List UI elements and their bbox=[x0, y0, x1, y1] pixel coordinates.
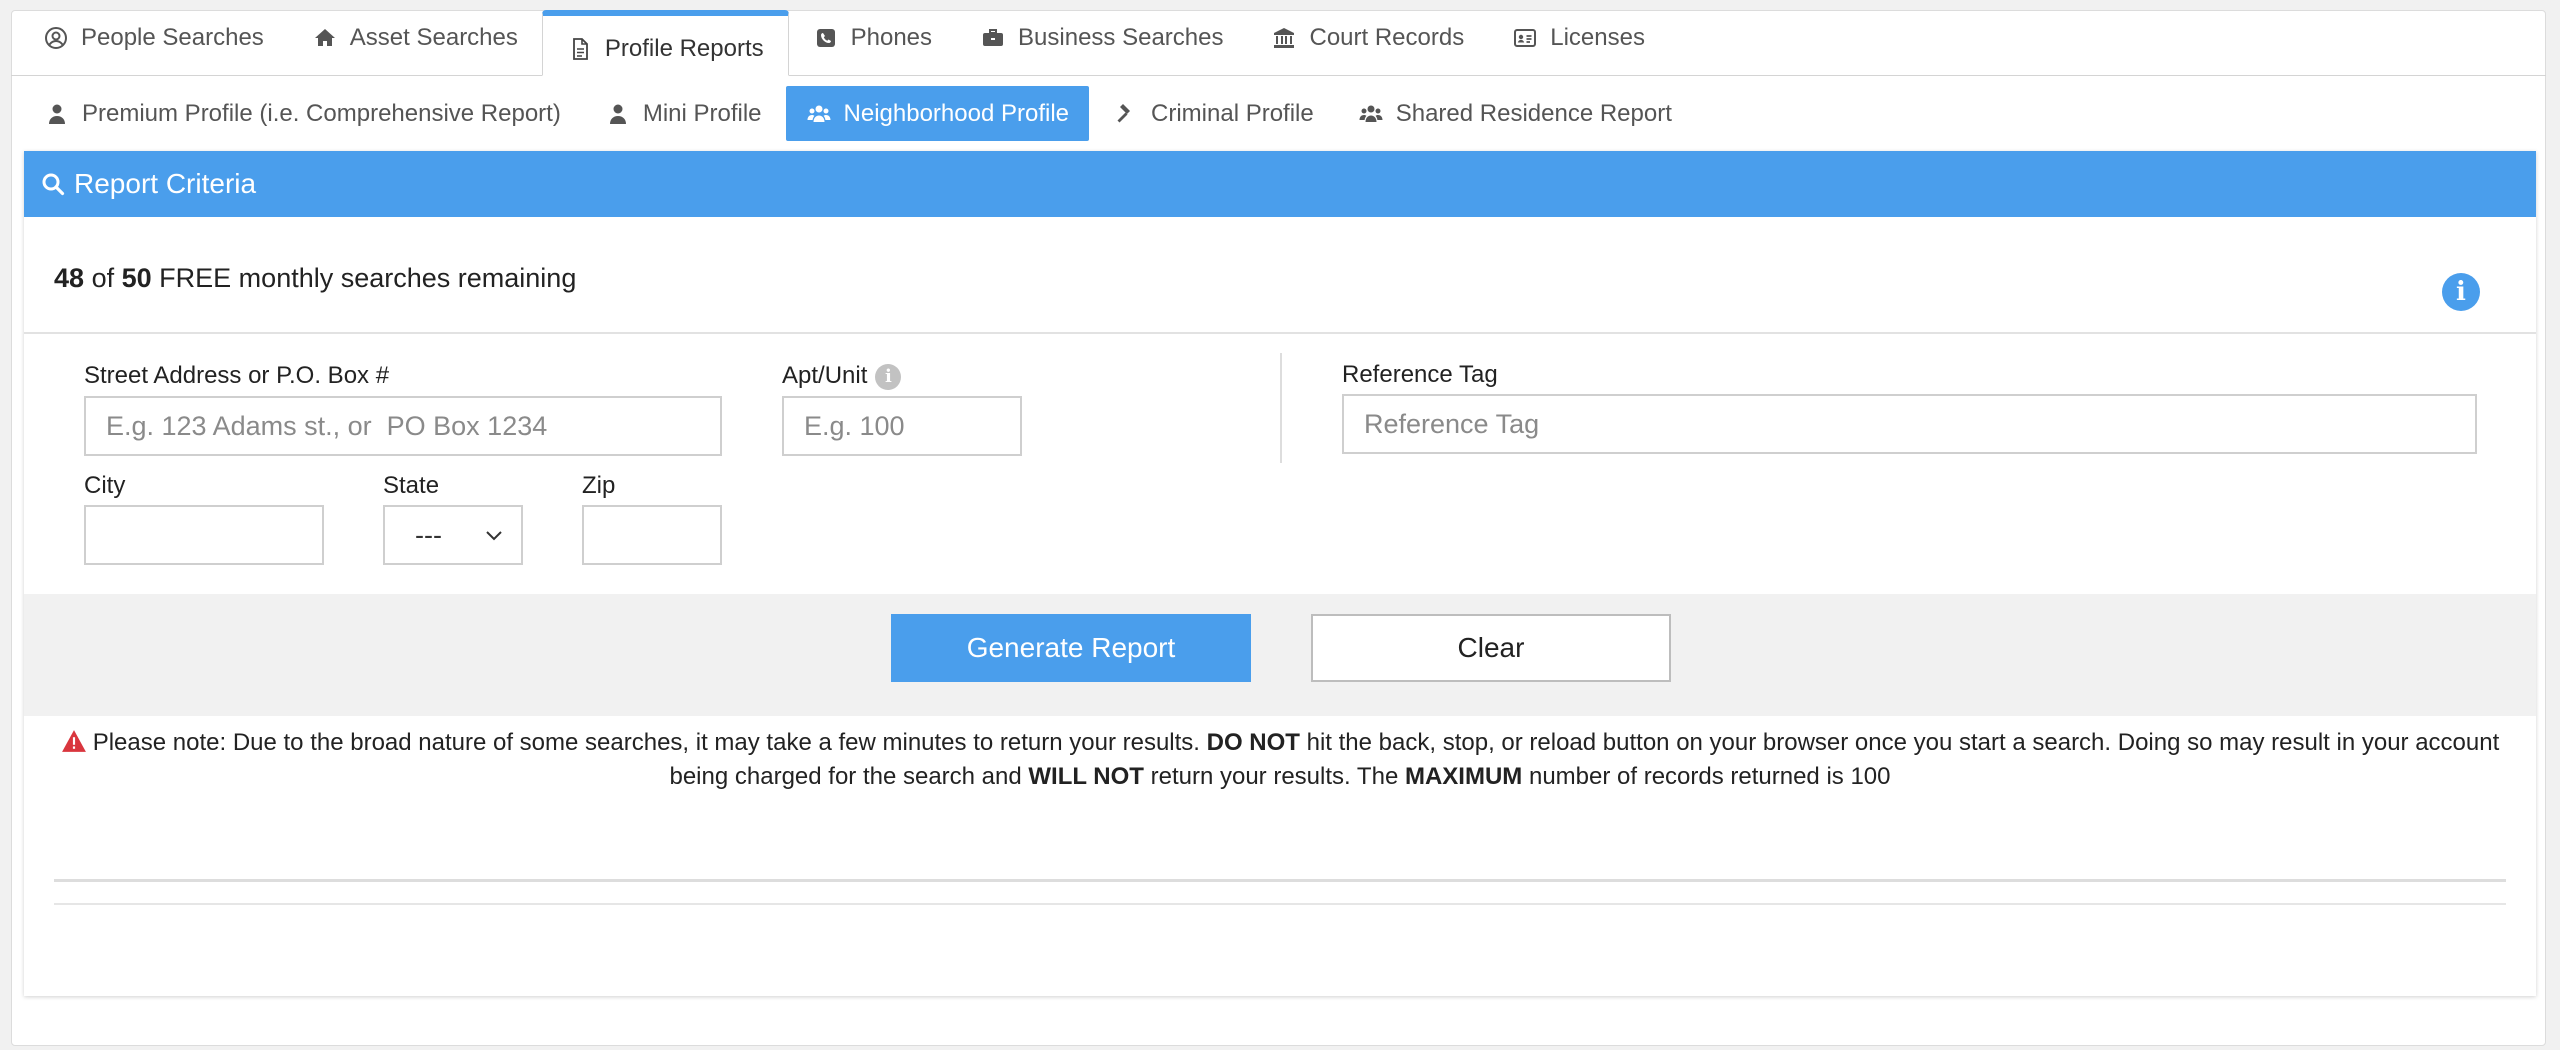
courthouse-icon bbox=[1271, 25, 1297, 51]
tab-business-searches[interactable]: Business Searches bbox=[956, 9, 1247, 67]
chevron-down-icon bbox=[481, 522, 507, 548]
home-icon bbox=[312, 25, 338, 51]
quota-total: 50 bbox=[121, 263, 152, 293]
tab-label: Business Searches bbox=[1018, 24, 1224, 51]
tab-court-records[interactable]: Court Records bbox=[1247, 9, 1488, 67]
tab-people-searches[interactable]: People Searches bbox=[19, 9, 288, 67]
tab-profile-reports[interactable]: Profile Reports bbox=[541, 10, 789, 76]
city-input[interactable] bbox=[84, 505, 324, 565]
panel-header: Report Criteria bbox=[24, 151, 2536, 217]
subtab-mini-profile[interactable]: Mini Profile bbox=[585, 86, 782, 141]
actions-bar: Generate Report Clear bbox=[24, 594, 2536, 716]
tab-licenses[interactable]: Licenses bbox=[1488, 9, 1669, 67]
briefcase-icon bbox=[980, 25, 1006, 51]
city-label: City bbox=[84, 472, 126, 499]
tab-label: Phones bbox=[850, 24, 933, 51]
state-label: State bbox=[383, 472, 440, 499]
street-label: Street Address or P.O. Box # bbox=[84, 362, 390, 389]
clear-button[interactable]: Clear bbox=[1311, 614, 1671, 682]
tab-phones[interactable]: Phones bbox=[789, 9, 956, 67]
quota-of: of bbox=[91, 263, 115, 293]
sub-tab-bar: Premium Profile (i.e. Comprehensive Repo… bbox=[24, 86, 1696, 141]
subtab-label: Mini Profile bbox=[642, 99, 762, 127]
search-notice: Please note: Due to the broad nature of … bbox=[54, 726, 2506, 794]
warning-icon bbox=[61, 730, 86, 752]
apt-label: Apt/Unit i bbox=[782, 362, 902, 390]
generate-report-button[interactable]: Generate Report bbox=[891, 614, 1251, 682]
user-icon bbox=[605, 101, 631, 127]
apt-unit-input[interactable] bbox=[782, 396, 1022, 456]
state-value: --- bbox=[415, 519, 442, 550]
top-tab-bar: People Searches Asset Searches Profile R… bbox=[11, 10, 2546, 76]
panel-title: Report Criteria bbox=[74, 168, 257, 199]
search-icon bbox=[40, 171, 66, 197]
id-card-icon bbox=[1512, 25, 1538, 51]
reference-tag-input[interactable] bbox=[1342, 394, 2477, 454]
state-select[interactable]: --- bbox=[383, 505, 523, 565]
subtab-premium-profile[interactable]: Premium Profile (i.e. Comprehensive Repo… bbox=[24, 86, 581, 141]
tab-label: Licenses bbox=[1550, 24, 1645, 51]
help-info-icon[interactable]: i bbox=[875, 363, 902, 390]
gavel-icon bbox=[1113, 101, 1139, 127]
quota-used: 48 bbox=[54, 263, 85, 293]
subtab-label: Premium Profile (i.e. Comprehensive Repo… bbox=[82, 99, 561, 127]
tab-label: Profile Reports bbox=[604, 34, 764, 62]
divider bbox=[24, 332, 2536, 334]
note-bold2: WILL NOT bbox=[1028, 763, 1144, 790]
reference-label: Reference Tag bbox=[1342, 361, 1498, 388]
document-icon bbox=[567, 36, 593, 62]
tab-label: Court Records bbox=[1309, 24, 1465, 51]
subtab-criminal-profile[interactable]: Criminal Profile bbox=[1093, 86, 1334, 141]
quota-text: FREE monthly searches remaining bbox=[159, 263, 577, 293]
note-bold3: MAXIMUM bbox=[1404, 763, 1523, 790]
users-icon bbox=[806, 101, 832, 127]
tab-label: People Searches bbox=[81, 24, 264, 51]
tab-asset-searches[interactable]: Asset Searches bbox=[288, 9, 542, 67]
info-icon[interactable]: i bbox=[2442, 273, 2480, 311]
user-circle-icon bbox=[43, 25, 69, 51]
phone-icon bbox=[813, 25, 839, 51]
search-quota: 48 of 50 FREE monthly searches remaining bbox=[54, 263, 576, 294]
results-divider bbox=[54, 903, 2506, 905]
subtab-label: Criminal Profile bbox=[1151, 99, 1314, 127]
subtab-label: Shared Residence Report bbox=[1395, 99, 1672, 127]
subtab-label: Neighborhood Profile bbox=[843, 99, 1070, 127]
zip-label: Zip bbox=[582, 472, 616, 499]
note-part3: return your results. The bbox=[1150, 763, 1399, 790]
subtab-shared-residence-report[interactable]: Shared Residence Report bbox=[1338, 86, 1692, 141]
results-divider bbox=[54, 879, 2506, 882]
user-icon bbox=[44, 101, 70, 127]
note-bold1: DO NOT bbox=[1206, 729, 1300, 756]
zip-input[interactable] bbox=[582, 505, 722, 565]
subtab-neighborhood-profile[interactable]: Neighborhood Profile bbox=[785, 86, 1090, 141]
column-divider bbox=[1280, 353, 1282, 463]
users-icon bbox=[1358, 101, 1384, 127]
street-address-input[interactable] bbox=[84, 396, 722, 456]
tab-label: Asset Searches bbox=[349, 24, 518, 51]
apt-label-text: Apt/Unit bbox=[782, 362, 868, 389]
report-criteria-panel: Report Criteria 48 of 50 FREE monthly se… bbox=[24, 151, 2536, 996]
note-part4: number of records returned is 100 bbox=[1528, 763, 1891, 790]
note-part1: Please note: Due to the broad nature of … bbox=[92, 729, 1200, 756]
